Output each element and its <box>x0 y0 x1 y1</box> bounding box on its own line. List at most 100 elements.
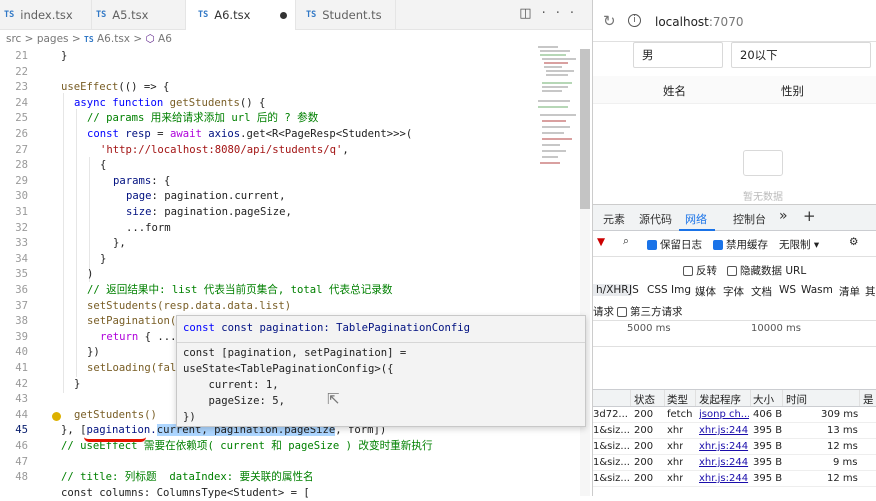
more-tabs-icon[interactable]: » <box>779 208 788 224</box>
code-line: 34} <box>15 252 107 265</box>
editor-scrollbar[interactable] <box>580 49 590 496</box>
breadcrumb-src[interactable]: src <box>6 33 21 45</box>
tab-label: Student.ts <box>322 8 382 22</box>
table-header: 姓名 性别 <box>593 76 876 104</box>
network-timeline[interactable]: 5000 ms 10000 ms <box>593 321 876 347</box>
table-row[interactable]: 1&siz... 200 xhr xhr.js:244 395 B 13 ms <box>593 423 876 439</box>
tab-a5-tsx[interactable]: TS A5.tsx <box>92 0 186 30</box>
breadcrumb-symbol[interactable]: A6 <box>158 33 172 45</box>
col-size[interactable]: 大小 <box>753 392 774 407</box>
network-table-header: 状态 类型 发起程序 大小 时间 是 <box>593 389 876 407</box>
gender-select[interactable]: 男 <box>633 42 723 68</box>
split-editor-icon[interactable]: ◫ <box>519 6 541 21</box>
devtools-tabs: 元素 源代码 网络 控制台 » + <box>593 205 876 231</box>
breadcrumb-symbol-icon: ⬡ <box>145 33 155 45</box>
browser-window: ↻ i localhost:7070 男 20以下 姓名 性别 暂无数据 元素 … <box>592 0 876 496</box>
url-field[interactable]: localhost:7070 <box>655 15 743 29</box>
lightbulb-icon[interactable] <box>52 412 61 421</box>
devtools-panel: 元素 源代码 网络 控制台 » + ▼ ⌕ 保留日志 禁用缓存 无限制 ▾ ⚙ … <box>593 204 876 496</box>
breadcrumb-file[interactable]: A6.tsx <box>97 33 130 45</box>
code-line: 27'http://localhost:8080/api/students/q'… <box>15 143 349 156</box>
typescript-icon: TS <box>96 10 107 20</box>
typescript-icon: TS <box>4 10 15 20</box>
filter-icon[interactable]: ▼ <box>597 236 605 248</box>
scrollbar-thumb[interactable] <box>580 49 590 209</box>
timeline-tick: 5000 ms <box>627 323 671 334</box>
type-filters: h/XHR JS CSS Img 媒体 字体 文档 WS Wasm 清单 其 <box>593 281 876 301</box>
type-img[interactable]: Img <box>671 284 691 296</box>
code-line: 32 ...form <box>15 221 171 234</box>
age-select[interactable]: 20以下 <box>731 42 871 68</box>
type-wasm[interactable]: Wasm <box>801 284 833 296</box>
type-xhr[interactable]: h/XHR <box>593 284 632 296</box>
typescript-icon: TS <box>198 10 209 20</box>
add-tab-icon[interactable]: + <box>803 207 816 225</box>
type-manifest[interactable]: 清单 <box>839 284 860 299</box>
code-editor: TS index.tsx TS A5.tsx TS A6.tsx TS Stud… <box>0 0 592 499</box>
code-line: 29 params: { <box>15 174 171 187</box>
col-status[interactable]: 状态 <box>634 392 655 407</box>
throttle-select[interactable]: 无限制 ▾ <box>779 237 819 252</box>
code-line: 36// 返回结果中: list 代表当前页集合, total 代表总记录数 <box>15 284 393 296</box>
type-other[interactable]: 其 <box>865 284 876 299</box>
typescript-icon: TS <box>306 10 317 20</box>
blocked-requests[interactable]: 请求 <box>593 304 614 319</box>
invert-checkbox[interactable]: 反转 <box>683 263 717 278</box>
code-line: 37 setStudents(resp.data.data.list) <box>15 299 292 312</box>
tab-a6-tsx[interactable]: TS A6.tsx <box>186 0 296 30</box>
table-row[interactable]: 1&siz... 200 xhr xhr.js:244 395 B 12 ms <box>593 439 876 455</box>
code-line: 46// useEffect 需要在依赖项( current 和 pageSiz… <box>15 440 433 452</box>
hover-tooltip: const const pagination: TablePaginationC… <box>176 315 586 427</box>
tab-network[interactable]: 网络 <box>685 211 707 227</box>
disable-cache-checkbox[interactable]: 禁用缓存 <box>713 237 768 252</box>
col-time[interactable]: 时间 <box>786 392 807 407</box>
tab-elements[interactable]: 元素 <box>603 211 625 227</box>
code-line: 31 size: pagination.pageSize, <box>15 206 292 218</box>
tab-console[interactable]: 控制台 <box>733 211 766 227</box>
table-row[interactable]: 3d72... 200 fetch jsonp ch... 406 B 309 ms <box>593 407 876 423</box>
wifi-settings-icon[interactable]: ⚙ <box>849 236 858 248</box>
breadcrumb-pages[interactable]: pages <box>37 33 69 45</box>
tab-student-ts[interactable]: TS Student.ts <box>296 0 396 30</box>
col-type[interactable]: 类型 <box>667 392 688 407</box>
col-extra[interactable]: 是 <box>863 392 874 407</box>
tab-label: A6.tsx <box>214 8 251 22</box>
unsaved-dot-icon[interactable] <box>280 11 288 19</box>
type-css[interactable]: CSS <box>647 284 668 296</box>
col-name: 姓名 <box>663 84 686 98</box>
reload-icon[interactable]: ↻ <box>603 12 616 30</box>
code-line: 23 useEffect(() => { <box>15 81 170 94</box>
code-line: 24 async function getStudents() { <box>15 96 266 109</box>
type-doc[interactable]: 文档 <box>751 284 772 299</box>
info-icon[interactable]: i <box>628 14 641 27</box>
tab-index-tsx[interactable]: TS index.tsx <box>0 0 92 30</box>
tab-sources[interactable]: 源代码 <box>639 211 672 227</box>
type-media[interactable]: 媒体 <box>695 284 716 299</box>
type-js[interactable]: JS <box>629 284 639 296</box>
code-line: 21} <box>15 50 68 62</box>
minimap[interactable] <box>536 44 580 194</box>
filter-options: 反转 隐藏数据 URL <box>593 257 876 281</box>
col-initiator[interactable]: 发起程序 <box>699 392 741 407</box>
tab-label: index.tsx <box>20 8 73 22</box>
empty-text: 暂无数据 <box>743 192 783 203</box>
code-line: const columns: ColumnsType<Student> = [ <box>61 486 310 499</box>
third-party-checkbox[interactable]: 第三方请求 <box>617 304 683 319</box>
code-line: 47 <box>15 455 28 468</box>
address-bar: ↻ i localhost:7070 <box>593 0 876 42</box>
search-icon[interactable]: ⌕ <box>623 235 629 248</box>
type-font[interactable]: 字体 <box>723 284 744 299</box>
tab-label: A5.tsx <box>112 8 149 22</box>
red-annotation-mark <box>84 437 146 442</box>
code-line: 22 <box>15 65 28 78</box>
type-ws[interactable]: WS <box>779 284 796 296</box>
more-actions-icon[interactable]: ··· <box>542 6 584 21</box>
code-line: 28{ <box>15 159 107 172</box>
code-line: 30 page: pagination.current, <box>15 190 286 203</box>
table-row[interactable]: 1&siz... 200 xhr xhr.js:244 395 B 12 ms <box>593 471 876 487</box>
code-line: 48// title: 列标题 dataIndex: 要关联的属性名 <box>15 471 314 484</box>
table-row[interactable]: 1&siz... 200 xhr xhr.js:244 395 B9 ms <box>593 455 876 471</box>
hide-data-url-checkbox[interactable]: 隐藏数据 URL <box>727 263 806 278</box>
preserve-log-checkbox[interactable]: 保留日志 <box>647 237 702 252</box>
code-line: 35) <box>15 268 94 281</box>
